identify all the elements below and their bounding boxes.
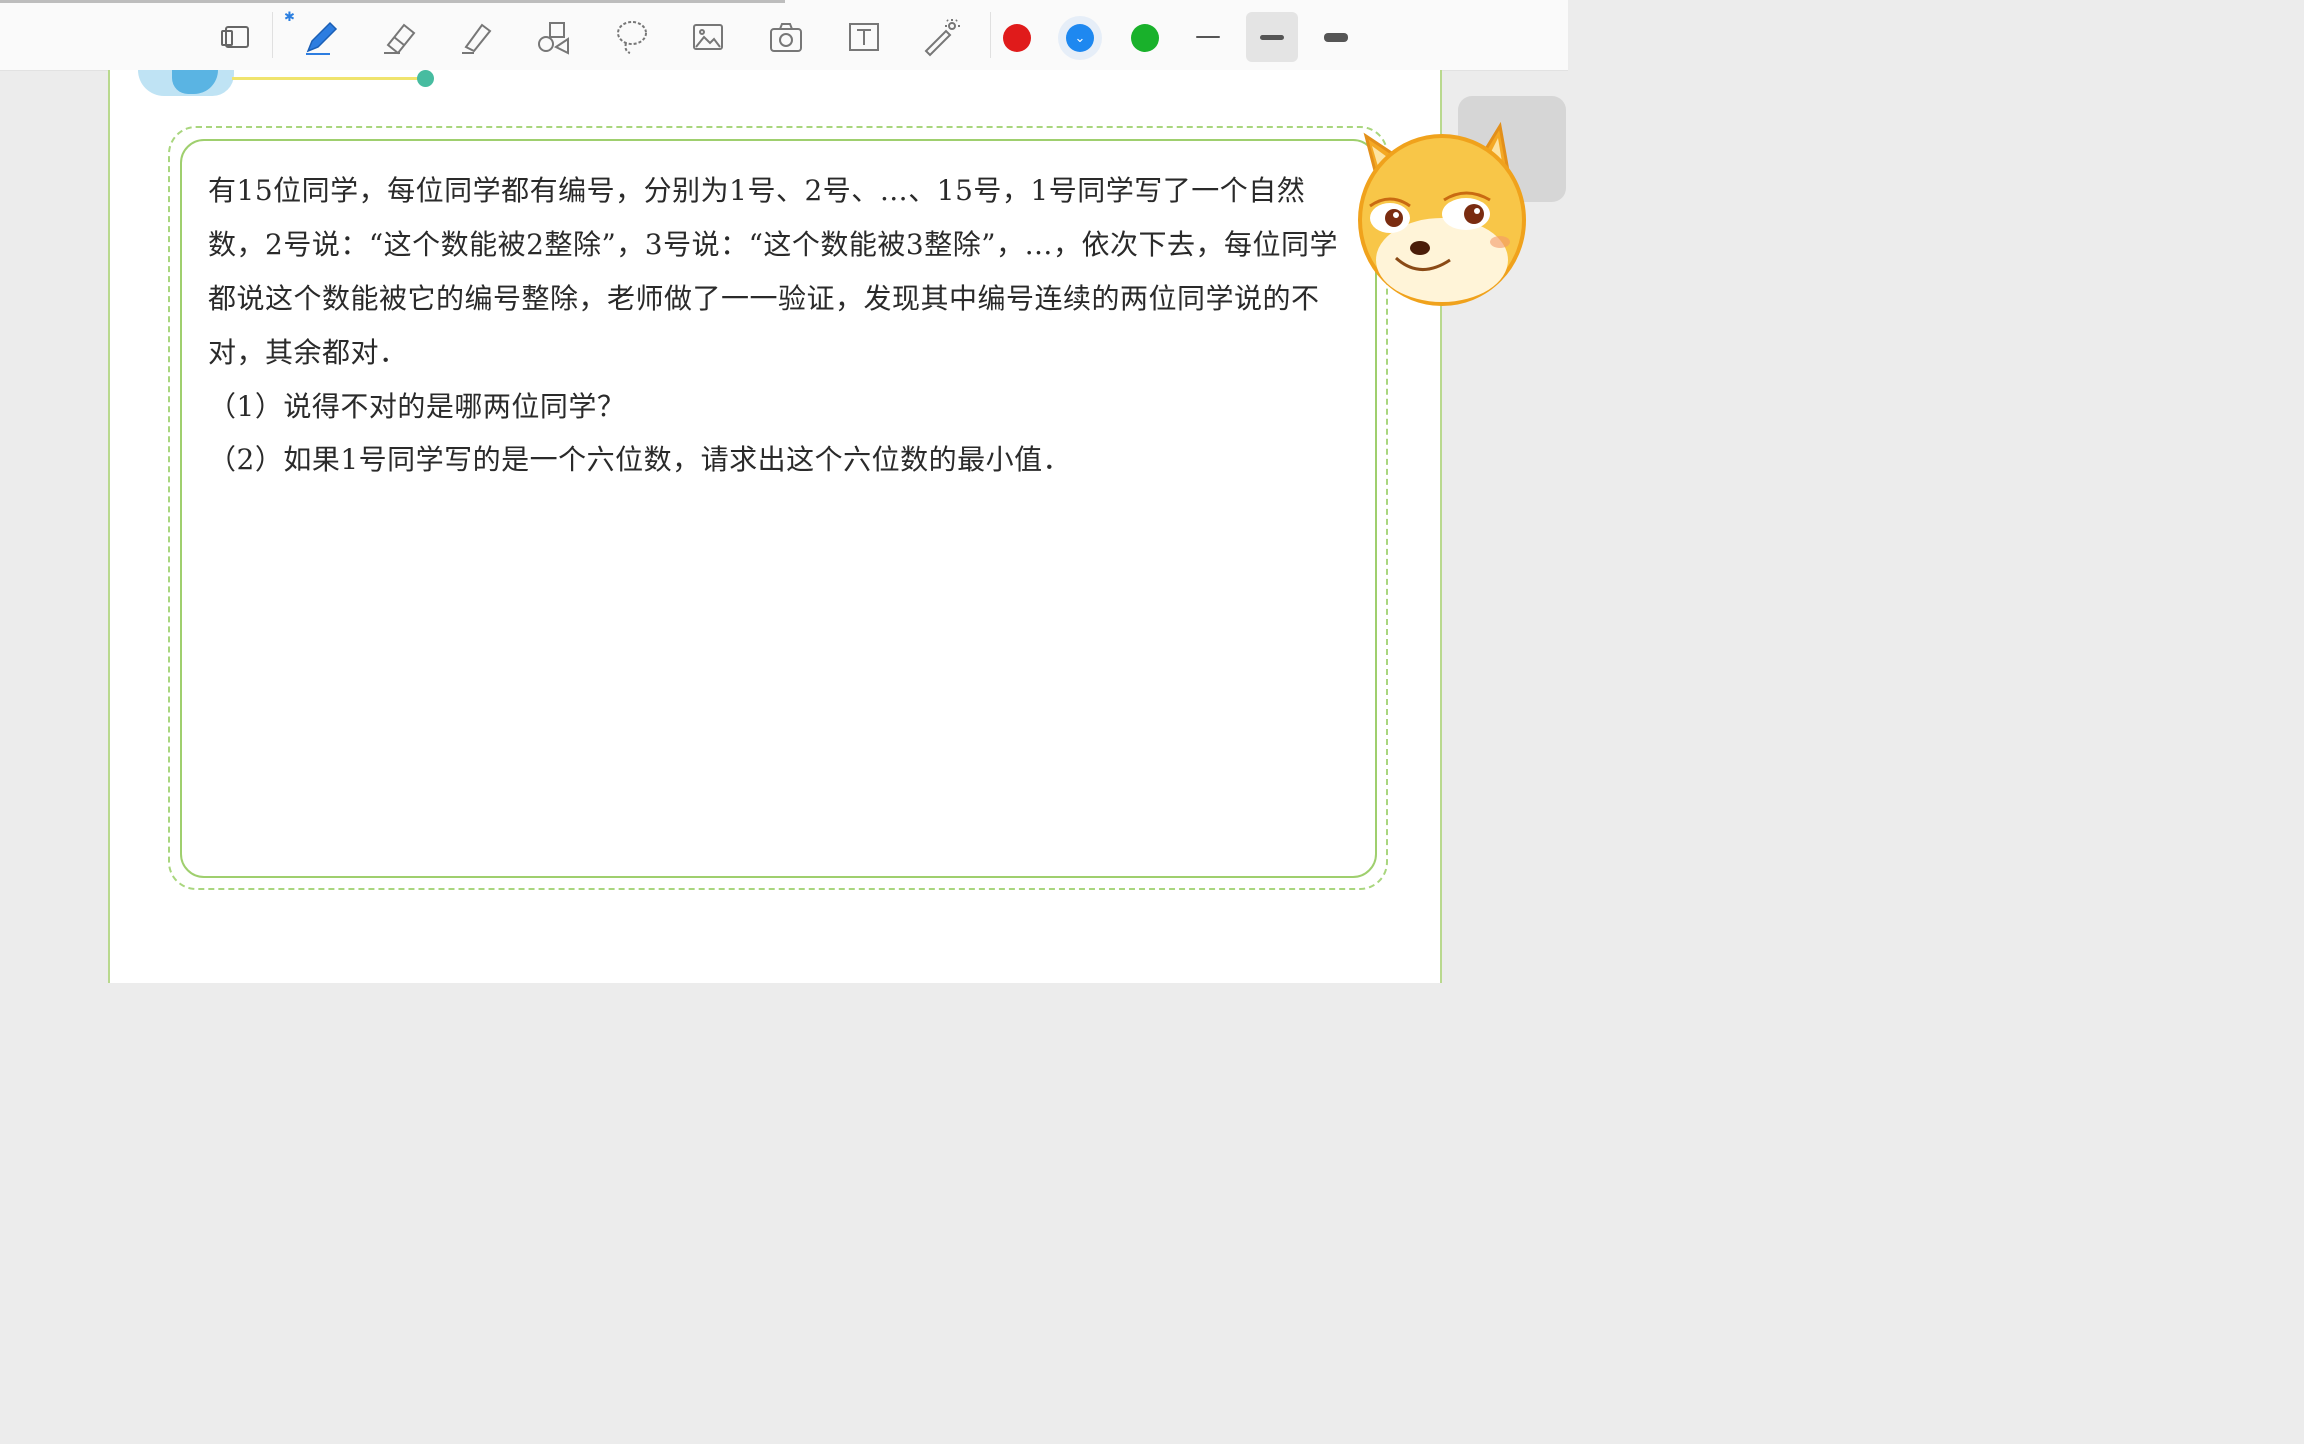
blue-color-swatch[interactable]: ⌄ <box>1066 24 1094 52</box>
green-color-swatch[interactable] <box>1131 24 1159 52</box>
shapes-icon[interactable] <box>530 12 578 62</box>
laser-pointer-icon[interactable] <box>916 12 964 62</box>
dog-mascot-icon <box>1358 121 1526 306</box>
pen-icon[interactable] <box>296 12 344 62</box>
lasso-icon[interactable] <box>608 12 656 62</box>
image-icon[interactable] <box>684 12 732 62</box>
text-box-icon[interactable] <box>840 12 888 62</box>
check-icon: ⌄ <box>1074 30 1086 46</box>
bluetooth-icon: ✱ <box>284 10 295 25</box>
problem-statement: 有15位同学，每位同学都有编号，分别为1号、2号、…、15号，1号同学写了一个自… <box>208 174 1339 369</box>
thick-line-option[interactable] <box>1310 12 1362 62</box>
problem-text: 有15位同学，每位同学都有编号，分别为1号、2号、…、15号，1号同学写了一个自… <box>208 164 1358 486</box>
camera-icon[interactable] <box>762 12 810 62</box>
toolbar-divider <box>272 12 273 58</box>
eraser-icon[interactable] <box>376 12 424 62</box>
decorative-line <box>232 77 424 80</box>
red-color-swatch[interactable] <box>1003 24 1031 52</box>
drawing-toolbar: ✱ ⌄ <box>0 0 1568 71</box>
tablet-screen-icon[interactable] <box>212 12 260 62</box>
question-1: （1）说得不对的是哪两位同学？ <box>208 390 626 423</box>
decorative-dot <box>417 70 434 87</box>
toolbar-divider <box>990 12 991 58</box>
question-2: （2）如果1号同学写的是一个六位数，请求出这个六位数的最小值． <box>208 443 1072 476</box>
loading-progress-bar <box>0 0 785 3</box>
medium-line-option[interactable] <box>1246 12 1298 62</box>
thin-line-option[interactable] <box>1182 12 1234 62</box>
highlighter-icon[interactable] <box>452 12 500 62</box>
